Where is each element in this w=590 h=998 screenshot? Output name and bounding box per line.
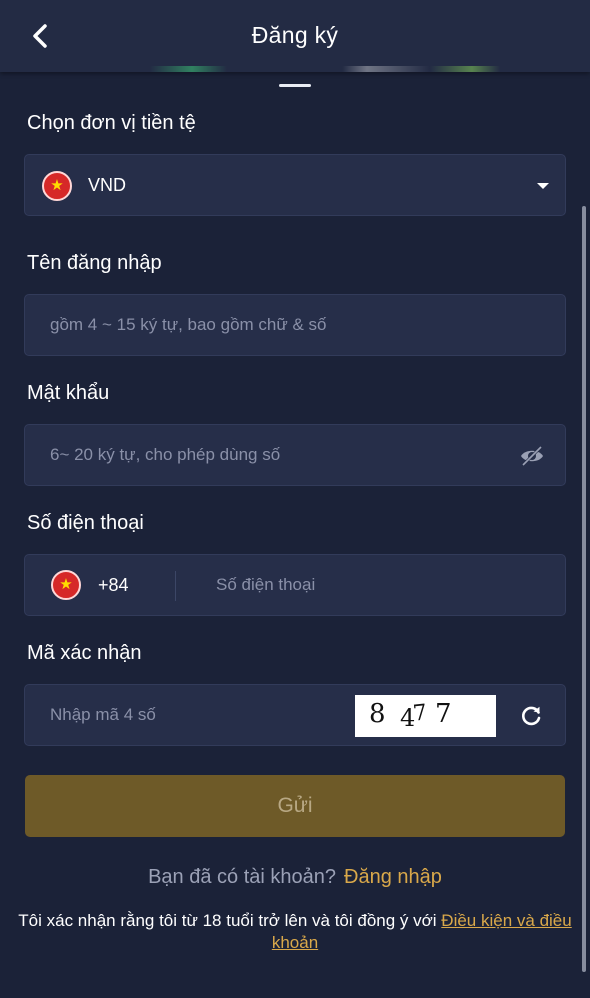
terms-text: Tôi xác nhận rằng tôi từ 18 tuổi trở lên… [10, 910, 580, 954]
password-label: Mật khẩu [27, 382, 110, 404]
login-link[interactable]: Đăng nhập [344, 866, 442, 888]
login-question: Bạn đã có tài khoản? [148, 866, 337, 888]
vietnam-flag-icon: ★ [42, 171, 72, 201]
tab-indicator [279, 84, 311, 87]
currency-select[interactable]: ★ VND [24, 154, 566, 216]
captcha-image: 8 4 7 7 [355, 695, 496, 737]
captcha-char: 8 [369, 699, 386, 729]
vietnam-flag-icon: ★ [51, 570, 81, 600]
username-input[interactable]: gồm 4 ~ 15 ký tự, bao gồm chữ & số [24, 294, 566, 356]
password-placeholder: 6~ 20 ký tự, cho phép dùng số [50, 445, 281, 464]
captcha-char: 7 [411, 700, 429, 727]
refresh-icon[interactable] [519, 704, 543, 728]
verify-placeholder: Nhập mã 4 số [50, 705, 156, 724]
phone-input-group[interactable]: ★ +84 Số điện thoại [24, 554, 566, 616]
password-input[interactable]: 6~ 20 ký tự, cho phép dùng số [24, 424, 566, 486]
header-banner-strip [150, 66, 500, 72]
submit-button[interactable]: Gửi [25, 775, 565, 837]
header-bar: Đăng ký [0, 0, 590, 72]
currency-value: VND [88, 175, 127, 195]
divider [175, 571, 176, 601]
currency-label: Chọn đơn vị tiền tệ [27, 112, 196, 134]
phone-placeholder: Số điện thoại [216, 575, 316, 594]
page-title: Đăng ký [251, 22, 339, 48]
verify-label: Mã xác nhận [27, 642, 142, 664]
country-code[interactable]: +84 [98, 575, 129, 596]
terms-statement: Tôi xác nhận rằng tôi từ 18 tuổi trở lên… [18, 911, 442, 930]
login-prompt: Bạn đã có tài khoản? Đăng nhập [0, 866, 590, 889]
eye-off-icon[interactable] [519, 443, 545, 469]
phone-label: Số điện thoại [27, 512, 144, 534]
username-placeholder: gồm 4 ~ 15 ký tự, bao gồm chữ & số [50, 315, 327, 334]
caret-down-icon [537, 183, 549, 189]
verify-input[interactable]: Nhập mã 4 số 8 4 7 7 [24, 684, 566, 746]
username-label: Tên đăng nhập [27, 252, 162, 274]
captcha-char: 7 [435, 699, 452, 729]
scrollbar[interactable] [582, 206, 586, 972]
